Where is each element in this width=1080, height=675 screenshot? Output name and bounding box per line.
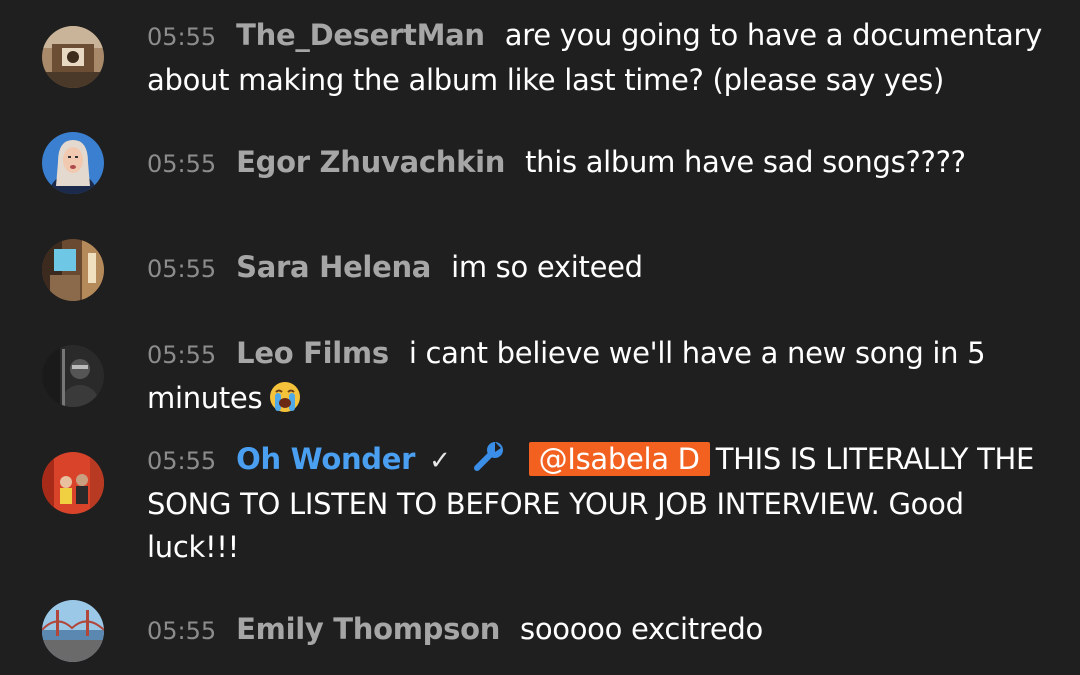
mention-chip[interactable]: @Isabela D bbox=[528, 442, 710, 476]
verified-checkmark-icon: ✓ bbox=[429, 446, 451, 476]
message-text: sooooo excitredo bbox=[520, 612, 763, 646]
avatar[interactable] bbox=[42, 600, 104, 662]
message-text: this album have sad songs???? bbox=[525, 145, 966, 179]
message-author[interactable]: Egor Zhuvachkin bbox=[236, 145, 505, 179]
wrench-icon bbox=[473, 442, 503, 471]
avatar-image bbox=[42, 345, 104, 407]
avatar-image bbox=[42, 26, 104, 88]
message-timestamp: 05:55 bbox=[147, 255, 217, 283]
message-author[interactable]: The_DesertMan bbox=[236, 18, 485, 52]
avatar-image bbox=[42, 452, 104, 514]
message-author[interactable]: Emily Thompson bbox=[236, 612, 500, 646]
avatar-image bbox=[42, 600, 104, 662]
message-timestamp: 05:55 bbox=[147, 23, 217, 51]
avatar[interactable] bbox=[42, 452, 104, 514]
message-timestamp: 05:55 bbox=[147, 617, 217, 645]
avatar[interactable] bbox=[42, 26, 104, 88]
message-author[interactable]: Leo Films bbox=[236, 336, 389, 370]
avatar-image bbox=[42, 239, 104, 301]
avatar[interactable] bbox=[42, 132, 104, 194]
live-chat-feed: 05:55 The_DesertMan are you going to have … bbox=[0, 0, 1080, 675]
message-author[interactable]: Sara Helena bbox=[236, 250, 431, 284]
loudly-crying-face-icon bbox=[270, 382, 301, 412]
message-text: im so exiteed bbox=[451, 250, 643, 284]
message-timestamp: 05:55 bbox=[147, 341, 217, 369]
avatar[interactable] bbox=[42, 345, 104, 407]
avatar[interactable] bbox=[42, 239, 104, 301]
message-timestamp: 05:55 bbox=[147, 150, 217, 178]
avatar-image bbox=[42, 132, 104, 194]
message-timestamp: 05:55 bbox=[147, 447, 217, 475]
message-author[interactable]: Oh Wonder bbox=[236, 442, 415, 476]
